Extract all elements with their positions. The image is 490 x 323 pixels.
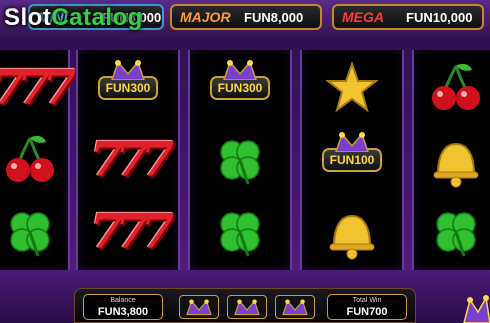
cherries-icon: [0, 124, 68, 196]
jester-hat-icon: [335, 132, 369, 152]
reel-area: 777 FUN300 777 777 FUN300 FUN100: [0, 50, 490, 270]
star-icon: [302, 52, 402, 124]
game-logo-icon: [463, 295, 490, 323]
clover-icon: [190, 196, 290, 268]
jackpot-mega: MEGA FUN10,000: [332, 4, 484, 30]
reel-3: FUN300: [188, 50, 292, 270]
jester-hat-icon: [282, 299, 308, 316]
symbol-coin-fun300: FUN300: [78, 52, 178, 124]
bottom-bar: Balance FUN3,800 Total Win FUN700: [0, 270, 490, 323]
clover-icon: [0, 196, 68, 268]
symbol-sevens: 777: [89, 204, 174, 260]
total-win-display: Total Win FUN700: [327, 294, 407, 320]
reel-5: [412, 50, 490, 270]
symbol-sevens: 777: [0, 60, 76, 116]
jester-hat-icon: [234, 299, 260, 316]
bell-icon: [414, 124, 490, 196]
reel-1: 777: [0, 50, 76, 270]
total-win-label: Total Win: [352, 297, 382, 304]
reel-2: FUN300 777 777: [76, 50, 180, 270]
jackpot-major-name: MAJOR: [180, 9, 231, 25]
watermark-part2: Catalog: [51, 4, 143, 31]
symbol-coin-fun300: FUN300: [190, 52, 290, 124]
watermark-logo: SlotCatalog: [4, 4, 143, 32]
clover-icon: [414, 196, 490, 268]
symbol-coin-fun100: FUN100: [302, 124, 402, 196]
jackpot-major: MAJOR FUN8,000: [170, 4, 322, 30]
jackpot-mega-name: MEGA: [342, 9, 384, 25]
total-win-value: FUN700: [346, 306, 388, 318]
jester-hat-icon: [186, 299, 212, 316]
jackpot-mega-value: FUN10,000: [406, 9, 473, 25]
balance-value: FUN3,800: [97, 306, 149, 318]
hat-slot: [227, 295, 267, 319]
control-panel: Balance FUN3,800 Total Win FUN700: [74, 288, 416, 323]
jackpot-major-value: FUN8,000: [244, 9, 304, 25]
hat-slot: [179, 295, 219, 319]
jester-hat-icon: [111, 60, 145, 80]
watermark-part1: Slot: [4, 4, 52, 31]
bonus-hats: [179, 295, 315, 319]
balance-display: Balance FUN3,800: [83, 294, 163, 320]
cherries-icon: [414, 52, 490, 124]
symbol-sevens: 777: [89, 132, 174, 188]
bell-icon: [302, 196, 402, 268]
reel-4: FUN100: [300, 50, 404, 270]
clover-icon: [190, 124, 290, 196]
hat-slot: [275, 295, 315, 319]
balance-label: Balance: [110, 297, 136, 304]
jester-hat-icon: [223, 60, 257, 80]
